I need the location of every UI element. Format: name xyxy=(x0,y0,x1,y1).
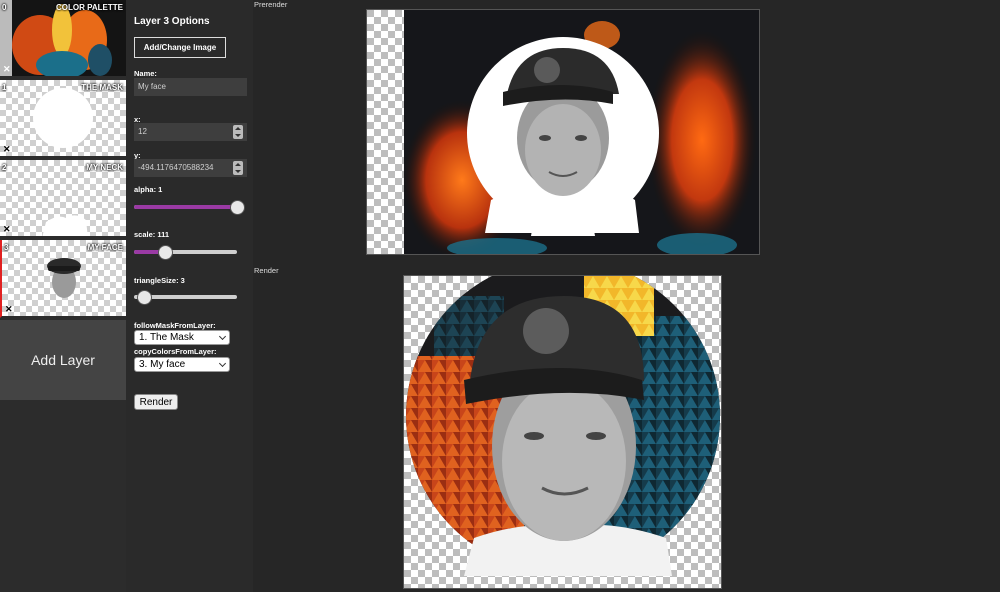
layer-index: 0 xyxy=(2,3,7,12)
x-value: 12 xyxy=(138,127,147,136)
layer-index: 2 xyxy=(2,163,7,172)
delete-layer-icon[interactable]: ✕ xyxy=(5,304,13,315)
triangle-size-label: triangleSize: 3 xyxy=(134,276,185,285)
layers-panel: 0 COLOR PALETTE ✕ 1 THE MASK ✕ 2 MY NECK… xyxy=(0,0,126,592)
app-window: 0 COLOR PALETTE ✕ 1 THE MASK ✕ 2 MY NECK… xyxy=(0,0,1000,592)
delete-layer-icon[interactable]: ✕ xyxy=(3,224,11,235)
copy-colors-label: copyColorsFromLayer: xyxy=(134,347,217,356)
follow-mask-value: 1. The Mask xyxy=(139,332,194,343)
follow-mask-select[interactable]: 1. The Mask xyxy=(134,330,230,345)
y-stepper-icon[interactable] xyxy=(233,161,243,175)
layer-options-panel: Layer 3 Options Add/Change Image Name: M… xyxy=(126,0,253,592)
layer-thumb-my-face[interactable]: 3 MY FACE ✕ xyxy=(0,240,126,318)
render-button[interactable]: Render xyxy=(134,394,178,410)
render-image xyxy=(404,276,721,588)
layer-thumb-my-neck[interactable]: 2 MY NECK ✕ xyxy=(0,160,126,238)
x-stepper-icon[interactable] xyxy=(233,125,243,139)
scale-label: scale: 111 xyxy=(134,230,170,239)
alpha-label: alpha: 1 xyxy=(134,185,163,194)
add-change-image-button[interactable]: Add/Change Image xyxy=(134,37,226,58)
canvas-area: Prerender Render xyxy=(253,0,1000,592)
layer-index: 3 xyxy=(4,243,9,252)
alpha-slider[interactable] xyxy=(134,200,245,215)
layer-thumb-color-palette[interactable]: 0 COLOR PALETTE ✕ xyxy=(0,0,126,78)
slider-thumb[interactable] xyxy=(230,200,245,215)
delete-layer-icon[interactable]: ✕ xyxy=(3,64,11,75)
name-label: Name: xyxy=(134,69,157,78)
layer-title: COLOR PALETTE xyxy=(56,3,123,12)
add-layer-button[interactable]: Add Layer xyxy=(0,320,126,400)
copy-colors-select[interactable]: 3. My face xyxy=(134,357,230,372)
delete-layer-icon[interactable]: ✕ xyxy=(3,144,11,155)
x-field[interactable]: 12 xyxy=(134,123,247,141)
render-label: Render xyxy=(254,266,279,275)
layer-index: 1 xyxy=(2,83,7,92)
prerender-label: Prerender xyxy=(254,0,288,9)
chevron-down-icon xyxy=(218,332,227,341)
options-title: Layer 3 Options xyxy=(134,16,210,27)
triangle-size-slider[interactable] xyxy=(134,290,237,305)
slider-fill xyxy=(134,205,237,209)
prerender-canvas[interactable] xyxy=(366,9,760,255)
chevron-down-icon xyxy=(218,359,227,368)
name-field[interactable]: My face xyxy=(134,78,247,96)
prerender-image xyxy=(367,10,759,254)
follow-mask-label: followMaskFromLayer: xyxy=(134,321,216,330)
layer-thumb-the-mask[interactable]: 1 THE MASK ✕ xyxy=(0,80,126,158)
y-value: -494.1176470588234 xyxy=(138,163,214,172)
slider-thumb[interactable] xyxy=(157,245,173,260)
scale-slider[interactable] xyxy=(134,245,237,260)
layer-title: MY FACE xyxy=(87,243,123,252)
copy-colors-value: 3. My face xyxy=(139,359,186,370)
layer-title: MY NECK xyxy=(86,163,123,172)
layer-title: THE MASK xyxy=(81,83,123,92)
y-field[interactable]: -494.1176470588234 xyxy=(134,159,247,177)
render-canvas[interactable] xyxy=(403,275,722,589)
slider-thumb[interactable] xyxy=(137,290,153,305)
